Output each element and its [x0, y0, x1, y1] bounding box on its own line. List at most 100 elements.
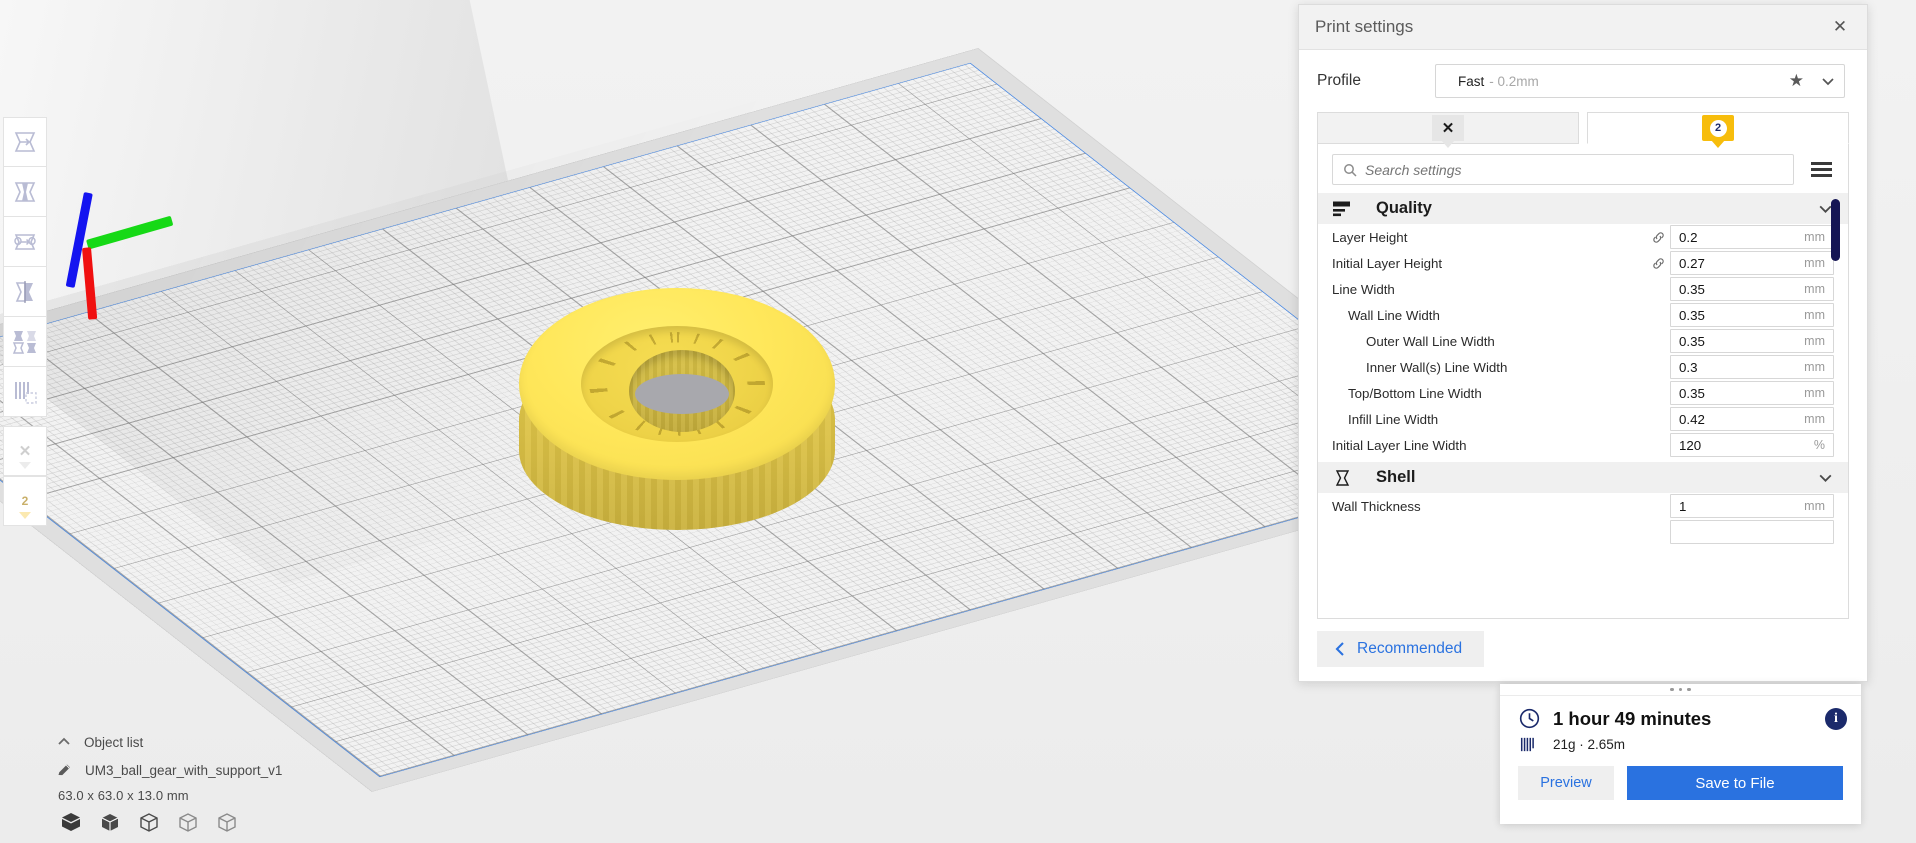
scale-tool-button[interactable] — [3, 167, 47, 217]
profile-dropdown[interactable]: Fast - 0.2mm ★ — [1435, 64, 1845, 98]
setting-row-partial[interactable] — [1318, 519, 1848, 545]
model-ball-gear[interactable] — [519, 288, 835, 572]
hamburger-icon[interactable] — [1806, 162, 1836, 177]
toolbar-divider — [3, 417, 47, 426]
per-model-settings-badge[interactable]: 2 — [3, 476, 47, 526]
setting-label: Wall Thickness — [1332, 498, 1421, 514]
category-title-quality: Quality — [1376, 199, 1432, 217]
setting-row-initial-layer-height[interactable]: Initial Layer Height 0.27 mm — [1318, 250, 1848, 276]
setting-row-inner-wall-line-width[interactable]: Inner Wall(s) Line Width 0.3 mm — [1318, 354, 1848, 380]
setting-value-field[interactable]: 1 mm — [1670, 494, 1834, 518]
setting-label: Initial Layer Line Width — [1332, 437, 1467, 453]
panel-footer: Recommended — [1299, 619, 1867, 681]
setting-value-field[interactable]: 0.35 mm — [1670, 277, 1834, 301]
mirror-icon — [15, 280, 33, 303]
quality-icon — [1333, 201, 1350, 216]
setting-value-field[interactable]: 0.35 mm — [1670, 329, 1834, 353]
per-model-settings-tool-button[interactable] — [3, 317, 47, 367]
tab-per-model-settings-badge-label: 2 — [1709, 119, 1727, 137]
settings-scroll-area[interactable]: Quality Layer Height 0.2 mm Initial Laye… — [1318, 193, 1848, 618]
setting-value-field[interactable]: 0.42 mm — [1670, 407, 1834, 431]
simulation-view-icon[interactable] — [216, 811, 238, 833]
wireframe-view-icon[interactable] — [138, 811, 160, 833]
setting-row-top-bottom-line-width[interactable]: Top/Bottom Line Width 0.35 mm — [1318, 380, 1848, 406]
support-blocker-badge[interactable]: ✕ — [3, 426, 47, 476]
setting-unit: mm — [1804, 230, 1825, 244]
setting-row-infill-line-width[interactable]: Infill Line Width 0.42 mm — [1318, 406, 1848, 432]
print-settings-title: Print settings — [1315, 17, 1414, 36]
recommended-button[interactable]: Recommended — [1317, 631, 1485, 667]
settings-scrollbar-track[interactable] — [1831, 193, 1844, 618]
layer-view-icon[interactable] — [177, 811, 199, 833]
support-blocker-tool-button[interactable] — [3, 367, 47, 417]
setting-value-field[interactable]: 0.27 mm — [1670, 251, 1834, 275]
drag-handle[interactable] — [1500, 684, 1861, 696]
setting-value: 0.35 — [1679, 281, 1705, 297]
rotate-tool-button[interactable] — [3, 217, 47, 267]
support-blocker-badge-label: ✕ — [18, 443, 32, 460]
tab-per-model-settings[interactable]: 2 — [1587, 112, 1849, 148]
close-icon[interactable]: ✕ — [1827, 14, 1853, 40]
setting-unit: mm — [1804, 386, 1825, 400]
move-icon — [14, 132, 36, 152]
xray-view-icon[interactable] — [99, 811, 121, 833]
per-model-settings-badge-label: 2 — [21, 494, 29, 508]
mirror-tool-button[interactable] — [3, 267, 47, 317]
clock-icon — [1519, 708, 1540, 729]
chevron-down-icon[interactable] — [1817, 469, 1834, 486]
setting-row-initial-layer-line-width[interactable]: Initial Layer Line Width 120 % — [1318, 432, 1848, 458]
info-icon[interactable]: i — [1825, 707, 1847, 730]
setting-label: Line Width — [1332, 281, 1395, 297]
setting-unit: mm — [1804, 334, 1825, 348]
chevron-up-icon — [58, 737, 70, 745]
print-settings-panel: Print settings ✕ Profile Fast - 0.2mm ★ … — [1298, 4, 1868, 682]
setting-row-outer-wall-line-width[interactable]: Outer Wall Line Width 0.35 mm — [1318, 328, 1848, 354]
print-settings-header: Print settings ✕ — [1299, 5, 1867, 50]
preview-button[interactable]: Preview — [1518, 766, 1614, 800]
job-material-label: 21g · 2.65m — [1553, 737, 1626, 752]
setting-value-field[interactable]: 120 % — [1670, 433, 1834, 457]
setting-value: 0.35 — [1679, 385, 1705, 401]
object-dimensions-label: 63.0 x 63.0 x 13.0 mm — [58, 788, 189, 803]
settings-tabs: ✕ 2 — [1299, 112, 1867, 148]
search-input[interactable] — [1365, 161, 1783, 178]
move-tool-button[interactable] — [3, 117, 47, 167]
tab-per-model-settings-badge: 2 — [1702, 115, 1734, 148]
chevron-down-icon[interactable] — [1820, 73, 1836, 89]
link-icon[interactable] — [1646, 230, 1670, 245]
star-icon[interactable]: ★ — [1789, 71, 1804, 91]
category-header-quality[interactable]: Quality — [1318, 193, 1848, 224]
setting-unit: mm — [1804, 308, 1825, 322]
category-header-shell[interactable]: Shell — [1318, 462, 1848, 493]
search-box[interactable] — [1332, 154, 1794, 185]
setting-label: Initial Layer Height — [1332, 255, 1443, 271]
setting-value-field[interactable]: 0.35 mm — [1670, 381, 1834, 405]
setting-value: 120 — [1679, 437, 1702, 453]
job-action-buttons: Preview Save to File — [1500, 754, 1861, 800]
setting-row-wall-line-width[interactable]: Wall Line Width 0.35 mm — [1318, 302, 1848, 328]
setting-row-line-width[interactable]: Line Width 0.35 mm — [1318, 276, 1848, 302]
setting-value-field[interactable]: 0.3 mm — [1670, 355, 1834, 379]
setting-value-field[interactable]: 0.2 mm — [1670, 225, 1834, 249]
save-to-file-button[interactable]: Save to File — [1627, 766, 1843, 800]
rotate-icon — [14, 233, 36, 250]
setting-value-field[interactable] — [1670, 520, 1834, 544]
setting-unit: % — [1813, 438, 1825, 452]
settings-scrollbar-thumb[interactable] — [1831, 199, 1840, 261]
setting-value-field[interactable]: 0.35 mm — [1670, 303, 1834, 327]
setting-unit: mm — [1804, 412, 1825, 426]
setting-value: 0.27 — [1679, 255, 1705, 271]
setting-row-layer-height[interactable]: Layer Height 0.2 mm — [1318, 224, 1848, 250]
link-icon[interactable] — [1646, 256, 1670, 271]
setting-unit: mm — [1804, 256, 1825, 270]
job-material-row: 21g · 2.65m — [1500, 730, 1861, 754]
solid-view-icon[interactable] — [60, 811, 82, 833]
tab-support-blocker[interactable]: ✕ — [1317, 112, 1579, 148]
search-icon — [1344, 163, 1357, 177]
object-list-item[interactable]: UM3_ball_gear_with_support_v1 — [56, 758, 386, 782]
setting-row-wall-thickness[interactable]: Wall Thickness 1 mm — [1318, 493, 1848, 519]
setting-value: 0.3 — [1679, 359, 1698, 375]
object-list-toggle[interactable]: Object list — [56, 730, 386, 754]
model-bore-floor — [635, 374, 729, 414]
job-info-card: 1 hour 49 minutes i 21g · 2.65m Preview … — [1500, 684, 1861, 824]
